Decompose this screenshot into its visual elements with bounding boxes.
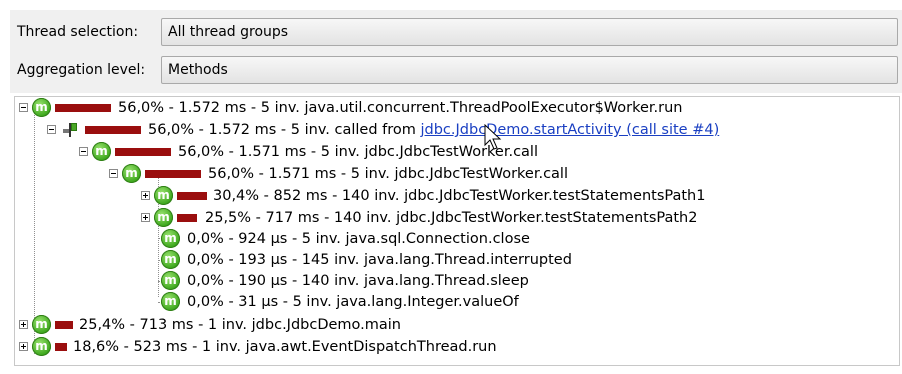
node-label: 0,0% - 190 µs - 140 inv. java.lang.Threa…: [187, 273, 529, 289]
aggregation-level-value: Methods: [168, 62, 228, 78]
method-icon: m: [161, 250, 180, 269]
node-label: 25,4% - 713 ms - 1 inv. jdbc.JdbcDemo.ma…: [79, 317, 401, 333]
node-label: 56,0% - 1.572 ms - 5 inv. called from jd…: [148, 119, 719, 141]
time-bar: [85, 126, 141, 134]
aggregation-level-row: Aggregation level: Methods: [10, 56, 902, 86]
method-icon: m: [32, 315, 51, 334]
expand-icon[interactable]: [19, 320, 28, 329]
expand-icon[interactable]: [141, 213, 150, 222]
node-label: 18,6% - 523 ms - 1 inv. java.awt.EventDi…: [73, 339, 497, 355]
node-label: 0,0% - 193 µs - 145 inv. java.lang.Threa…: [187, 252, 572, 268]
method-icon: m: [161, 292, 180, 311]
node-label: 0,0% - 924 µs - 5 inv. java.sql.Connecti…: [187, 231, 530, 247]
collapse-icon[interactable]: [19, 103, 28, 112]
time-bar: [177, 192, 207, 200]
method-icon: m: [32, 337, 51, 356]
collapse-icon[interactable]: [79, 147, 88, 156]
method-icon: m: [92, 142, 111, 161]
node-label: 30,4% - 852 ms - 140 inv. jdbc.JdbcTestW…: [213, 188, 706, 204]
time-bar: [55, 104, 111, 112]
node-label: 56,0% - 1.572 ms - 5 inv. java.util.conc…: [118, 100, 683, 116]
node-label: 0,0% - 31 µs - 5 inv. java.lang.Integer.…: [187, 294, 519, 310]
collapse-icon[interactable]: [109, 169, 118, 178]
method-icon: m: [122, 164, 141, 183]
method-icon: m: [161, 271, 180, 290]
thread-selection-value: All thread groups: [168, 24, 289, 40]
time-bar: [55, 343, 67, 351]
time-bar: [145, 170, 201, 178]
call-site-link[interactable]: jdbc.JdbcDemo.startActivity (call site #…: [421, 122, 720, 138]
node-label: 25,5% - 717 ms - 140 inv. jdbc.JdbcTestW…: [205, 210, 698, 226]
expand-icon[interactable]: [141, 191, 150, 200]
aggregation-level-dropdown[interactable]: Methods: [161, 56, 898, 84]
method-icon: m: [32, 98, 51, 117]
expand-icon[interactable]: [19, 342, 28, 351]
time-bar: [55, 321, 73, 329]
call-site-flag-icon: [61, 123, 77, 138]
method-icon: m: [154, 208, 173, 227]
thread-selection-row: Thread selection: All thread groups: [10, 18, 902, 48]
mouse-pointer-icon: [484, 124, 502, 150]
method-icon: m: [161, 229, 180, 248]
collapse-icon[interactable]: [47, 125, 56, 134]
node-label-prefix: 56,0% - 1.572 ms - 5 inv. called from: [148, 122, 421, 138]
thread-selection-label: Thread selection:: [17, 24, 139, 40]
time-bar: [177, 214, 197, 222]
aggregation-level-label: Aggregation level:: [17, 62, 146, 78]
thread-selection-dropdown[interactable]: All thread groups: [161, 18, 898, 46]
call-tree[interactable]: m 56,0% - 1.572 ms - 5 inv. java.util.co…: [14, 96, 900, 366]
time-bar: [115, 148, 171, 156]
settings-panel: Thread selection: All thread groups Aggr…: [10, 10, 902, 93]
node-label: 56,0% - 1.571 ms - 5 inv. jdbc.JdbcTestW…: [208, 166, 568, 182]
method-icon: m: [154, 186, 173, 205]
